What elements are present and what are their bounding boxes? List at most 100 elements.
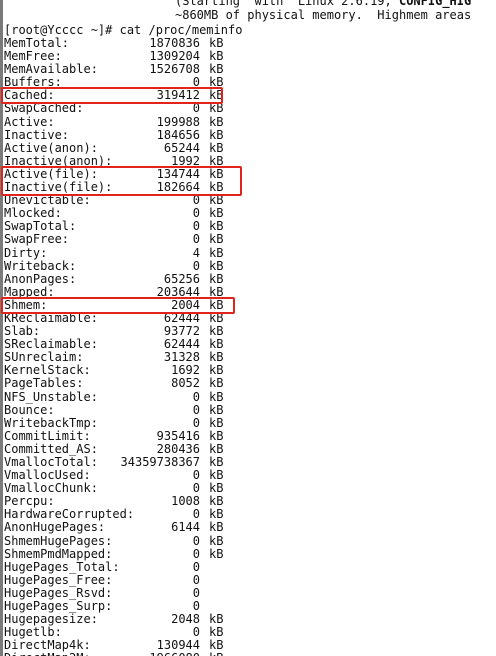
meminfo-key: SwapFree: — [4, 232, 70, 247]
meminfo-unit: kB — [209, 180, 224, 195]
meminfo-value: 199988 — [156, 114, 200, 129]
meminfo-key: KernelStack: — [4, 363, 91, 378]
meminfo-key: Writeback: — [4, 258, 77, 273]
meminfo-unit: kB — [209, 75, 224, 90]
meminfo-value: 0 — [192, 206, 200, 221]
meminfo-unit: kB — [209, 324, 224, 339]
meminfo-value: 0 — [192, 625, 200, 640]
meminfo-value: 184656 — [156, 127, 200, 142]
meminfo-unit: kB — [209, 88, 224, 103]
meminfo-unit: kB — [209, 284, 224, 299]
meminfo-unit: kB — [209, 468, 224, 483]
meminfo-unit: kB — [209, 140, 224, 155]
meminfo-key: WritebackTmp: — [4, 415, 98, 430]
meminfo-value: 1309204 — [149, 49, 200, 64]
meminfo-key: SwapTotal: — [4, 219, 77, 234]
meminfo-key: SReclaimable: — [4, 337, 98, 352]
meminfo-value: 0 — [192, 415, 200, 430]
meminfo-value: 2004 — [171, 297, 200, 312]
manpage-header-text: (Starting with Linux 2.6.19, — [175, 0, 399, 8]
meminfo-key: ShmemHugePages: — [4, 533, 113, 548]
meminfo-value: 0 — [192, 468, 200, 483]
meminfo-key: HugePages_Total: — [4, 559, 120, 574]
meminfo-value: 0 — [192, 232, 200, 247]
meminfo-key: KReclaimable: — [4, 310, 98, 325]
meminfo-value: 182664 — [156, 180, 200, 195]
meminfo-key: Unevictable: — [4, 193, 91, 208]
meminfo-key: Inactive(file): — [4, 180, 113, 195]
meminfo-value: 65256 — [163, 271, 200, 286]
meminfo-key: Hugepagesize: — [4, 612, 98, 627]
meminfo-unit: kB — [209, 638, 224, 653]
meminfo-value: 0 — [192, 481, 200, 496]
meminfo-unit: kB — [209, 520, 224, 535]
meminfo-value: 1992 — [171, 153, 200, 168]
meminfo-value: 0 — [192, 533, 200, 548]
meminfo-value: 1870836 — [149, 36, 200, 50]
meminfo-value: 0 — [192, 389, 200, 404]
meminfo-value: 4 — [192, 245, 200, 260]
meminfo-unit: kB — [209, 376, 224, 391]
meminfo-key: Bounce: — [4, 402, 55, 417]
meminfo-key: Shmem: — [4, 297, 48, 312]
meminfo-value: 130944 — [156, 638, 200, 653]
meminfo-unit: kB — [209, 310, 224, 325]
meminfo-unit: kB — [209, 62, 224, 77]
meminfo-key: Hugetlb: — [4, 625, 62, 640]
meminfo-key: Active(anon): — [4, 140, 98, 155]
meminfo-unit: kB — [209, 415, 224, 430]
meminfo-unit: kB — [209, 428, 224, 443]
meminfo-key: SwapCached: — [4, 101, 84, 116]
meminfo-value: 0 — [192, 546, 200, 561]
meminfo-value: 0 — [192, 101, 200, 116]
meminfo-key: MemAvailable: — [4, 62, 98, 77]
meminfo-unit: kB — [209, 481, 224, 496]
meminfo-unit: kB — [209, 389, 224, 404]
meminfo-key: Active: — [4, 114, 55, 129]
meminfo-value: 31328 — [163, 350, 200, 365]
meminfo-unit: kB — [209, 337, 224, 352]
meminfo-value: 319412 — [156, 88, 200, 103]
meminfo-value: 8052 — [171, 376, 200, 391]
meminfo-key: CommitLimit: — [4, 428, 91, 443]
meminfo-key: HugePages_Surp: — [4, 599, 113, 614]
meminfo-value: 6144 — [171, 520, 200, 535]
meminfo-unit: kB — [209, 245, 224, 260]
meminfo-value: 34359738367 — [120, 455, 200, 469]
meminfo-value: 1008 — [171, 494, 200, 509]
meminfo-unit: kB — [209, 127, 224, 142]
meminfo-value: 134744 — [156, 166, 200, 181]
meminfo-value: 1526708 — [149, 62, 200, 77]
meminfo-key: Percpu: — [4, 494, 55, 509]
meminfo-value: 0 — [192, 193, 200, 208]
meminfo-unit: kB — [209, 271, 224, 286]
meminfo-key: VmallocUsed: — [4, 468, 91, 483]
meminfo-unit: kB — [209, 232, 224, 247]
meminfo-key: Slab: — [4, 324, 41, 339]
meminfo-unit: kB — [209, 612, 224, 627]
meminfo-unit: kB — [209, 193, 224, 208]
meminfo-value: 62444 — [163, 310, 200, 325]
meminfo-unit: kB — [209, 494, 224, 509]
meminfo-key: Mapped: — [4, 284, 55, 299]
meminfo-value: 62444 — [163, 337, 200, 352]
meminfo-value: 2048 — [171, 612, 200, 627]
meminfo-key: MemTotal: — [4, 36, 70, 50]
meminfo-key: HugePages_Rsvd: — [4, 585, 113, 600]
meminfo-key: Mlocked: — [4, 206, 62, 221]
meminfo-value: 65244 — [163, 140, 200, 155]
meminfo-key: Buffers: — [4, 75, 62, 90]
meminfo-unit: kB — [209, 350, 224, 365]
meminfo-value: 0 — [192, 507, 200, 522]
meminfo-key: HugePages_Free: — [4, 572, 113, 587]
meminfo-value: 0 — [192, 75, 200, 90]
meminfo-key: Cached: — [4, 88, 55, 103]
meminfo-unit: kB — [209, 363, 224, 378]
meminfo-key: HardwareCorrupted: — [4, 507, 135, 522]
meminfo-value: 1966080 — [149, 652, 200, 656]
meminfo-key: Inactive: — [4, 127, 70, 142]
meminfo-key: NFS_Unstable: — [4, 389, 98, 404]
meminfo-value: 0 — [192, 258, 200, 273]
meminfo-unit: kB — [209, 441, 224, 456]
meminfo-value: 0 — [192, 219, 200, 234]
